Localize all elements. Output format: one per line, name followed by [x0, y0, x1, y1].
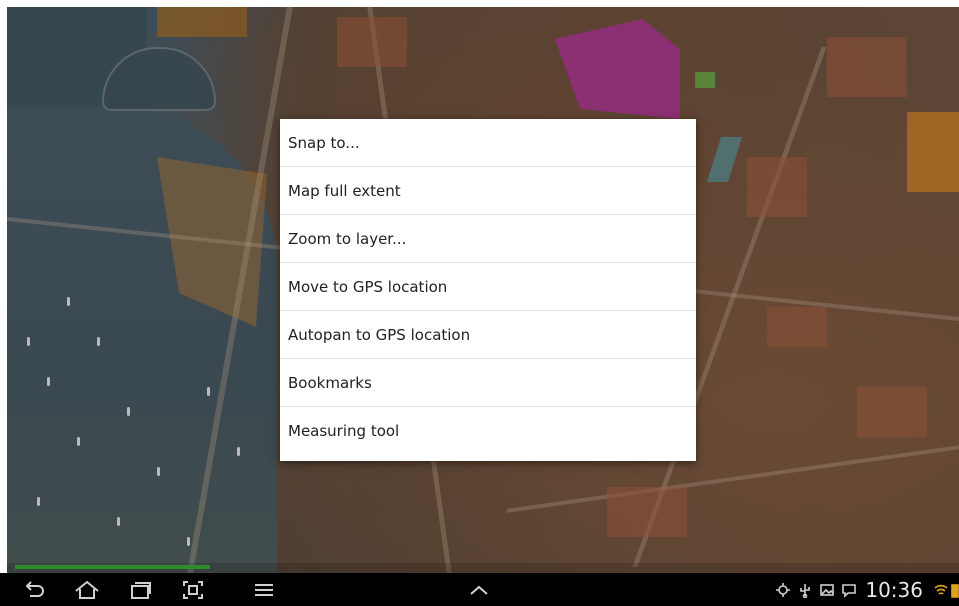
battery-icon — [951, 582, 959, 598]
menu-item-move-to-gps[interactable]: Move to GPS location — [280, 263, 696, 311]
menu-item-autopan-to-gps[interactable]: Autopan to GPS location — [280, 311, 696, 359]
map-polygon — [695, 72, 715, 88]
menu-item-map-full-extent[interactable]: Map full extent — [280, 167, 696, 215]
menu-item-bookmarks[interactable]: Bookmarks — [280, 359, 696, 407]
status-area[interactable]: 10:36 — [769, 573, 959, 606]
map-building — [767, 307, 827, 347]
screenshot-icon — [183, 580, 203, 599]
progress-fill — [15, 565, 210, 569]
screenshot-button[interactable] — [174, 573, 212, 606]
progress-bar — [7, 563, 959, 573]
map-boat — [47, 377, 50, 386]
map-building — [747, 157, 807, 217]
map-boat — [157, 467, 160, 476]
map-boat — [77, 437, 80, 446]
map-polygon — [707, 137, 742, 182]
map-polygon — [907, 112, 959, 192]
expand-button[interactable] — [460, 573, 498, 606]
back-button[interactable] — [15, 573, 53, 606]
home-button[interactable] — [68, 573, 106, 606]
map-polygon — [555, 19, 680, 119]
menu-item-snap-to[interactable]: Snap to... — [280, 119, 696, 167]
menu-icon — [255, 583, 273, 596]
map-boat — [67, 297, 70, 306]
system-nav-bar: 10:36 — [0, 573, 959, 606]
menu-item-zoom-to-layer[interactable]: Zoom to layer... — [280, 215, 696, 263]
usb-icon — [797, 582, 813, 598]
gps-icon — [775, 582, 791, 598]
image-icon — [819, 582, 835, 598]
map-boat — [27, 337, 30, 346]
recent-apps-button[interactable] — [121, 573, 159, 606]
map-building — [827, 37, 907, 97]
map-boat — [127, 407, 130, 416]
map-boat — [187, 537, 190, 546]
map-polygon — [157, 7, 247, 37]
map-boat — [207, 387, 210, 396]
map-boat — [37, 497, 40, 506]
context-menu: Snap to... Map full extent Zoom to layer… — [280, 119, 696, 461]
map-boat — [117, 517, 120, 526]
map-building — [337, 17, 407, 67]
menu-button[interactable] — [245, 573, 283, 606]
map-building — [857, 387, 927, 437]
chevron-up-icon — [470, 585, 488, 595]
wifi-icon — [933, 582, 949, 598]
home-icon — [75, 580, 99, 599]
map-boat — [237, 447, 240, 456]
map-building — [607, 487, 687, 537]
recent-apps-icon — [131, 581, 151, 599]
map-boat — [97, 337, 100, 346]
chat-icon — [841, 582, 857, 598]
back-icon — [25, 580, 44, 597]
menu-item-measuring-tool[interactable]: Measuring tool — [280, 407, 696, 455]
clock: 10:36 — [865, 577, 923, 602]
